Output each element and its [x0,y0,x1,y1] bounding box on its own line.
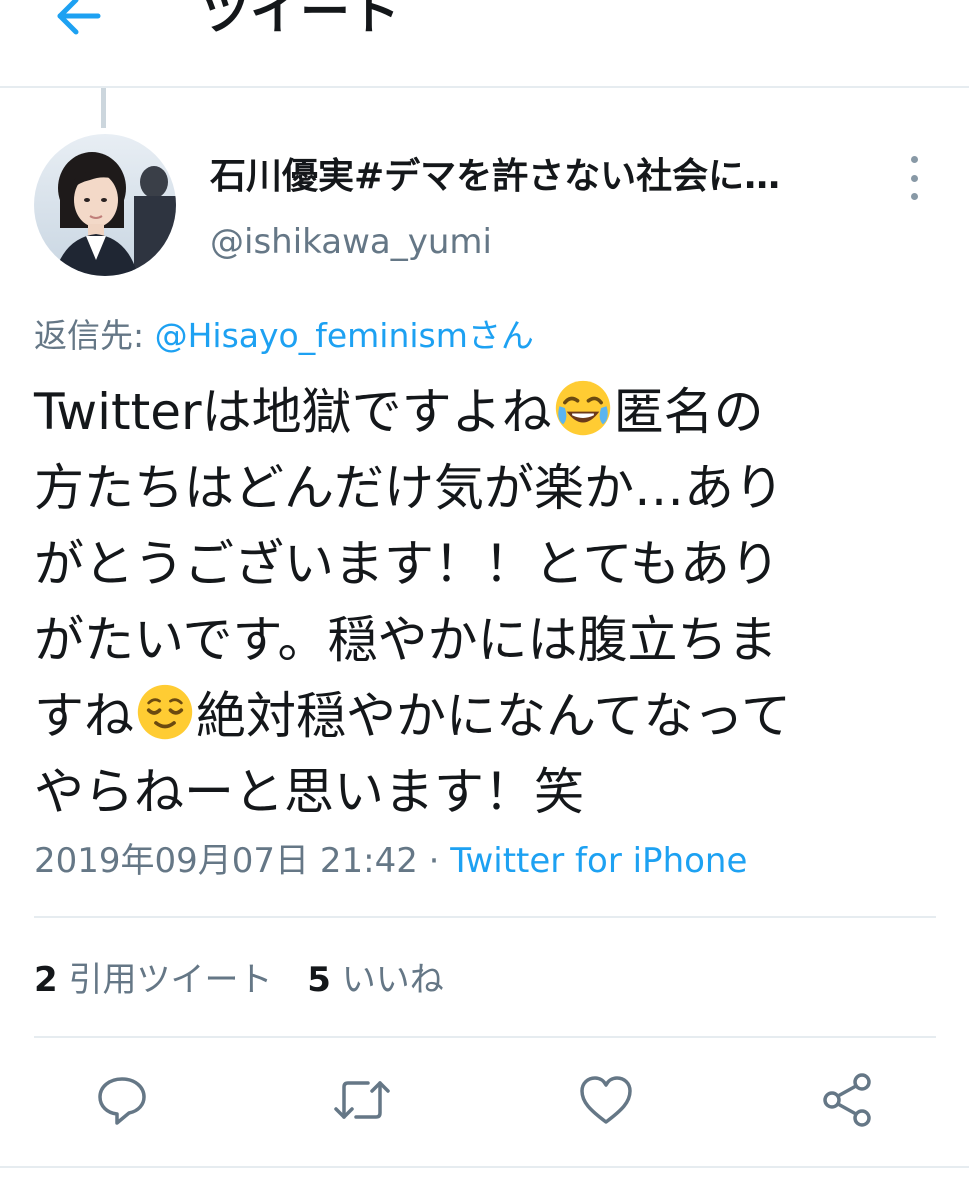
avatar-photo-icon [34,134,176,276]
more-options-button[interactable] [896,156,932,200]
action-bar [0,1070,969,1140]
more-dot [910,193,918,200]
face-with-tears-of-joy-icon [555,380,610,436]
tweet-source[interactable]: Twitter for iPhone [450,841,747,881]
tweet-text-segment: 方たちはどんだけ気が楽か…あり [34,459,784,517]
retweet-icon [334,1081,390,1119]
divider [34,916,936,918]
like-button[interactable] [576,1070,636,1130]
share-button[interactable] [818,1070,878,1130]
avatar[interactable] [34,134,176,276]
reply-to-label: 返信先: [34,316,155,355]
tweet-line: Twitterは地獄ですよね 匿名の [34,374,939,450]
meta-separator: · [417,841,451,881]
reply-to-mention[interactable]: @Hisayo_feminismさん [155,316,534,355]
relieved-face-icon [137,684,193,740]
tweet-line: やらねーと思います！笑 [34,754,939,830]
tweet-line: すね 絶対穏やかになんてなって [34,678,939,754]
divider [34,1036,936,1038]
bottom-divider [0,1166,969,1168]
tweet-line: がとうございます！！とてもあり [34,526,939,602]
tweet-timestamp[interactable]: 2019年09月07日 21:42 [34,841,418,881]
quote-label: 引用ツイート [68,960,273,1000]
author-display-name[interactable]: 石川優実#デマを許さない社会に… [210,152,780,202]
tweet-text-segment: 絶対穏やかになんてなって [196,687,791,745]
share-icon [823,1073,871,1127]
tweet-text-segment: がたいです。穏やかには腹立ちま [34,611,778,669]
tweet-stats: 2 引用ツイート 5 いいね [34,952,468,1008]
like-label: いいね [341,960,444,1000]
top-bar: ツイート [0,0,969,88]
quote-count: 2 [34,960,58,1000]
quote-tweets-stat[interactable]: 2 引用ツイート [34,952,272,1008]
reply-icon [98,1077,146,1125]
author-username[interactable]: @ishikawa_yumi [210,218,492,266]
tweet-line: がたいです。穏やかには腹立ちま [34,602,939,678]
heart-icon [580,1076,632,1124]
tweet-text-segment: 匿名の [613,383,764,441]
reply-context: 返信先: @Hisayo_feminismさん [34,308,534,364]
like-count: 5 [307,960,331,1000]
thread-connector [101,88,106,128]
likes-stat[interactable]: 5 いいね [307,952,443,1008]
tweet-text-segment: Twitterは地獄ですよね [34,383,552,441]
retweet-button[interactable] [332,1070,392,1130]
tweet-text: Twitterは地獄ですよね 匿名の 方たちはどんだけ気が楽か…あり がとうござ… [34,374,939,830]
tweet-text-segment: やらねーと思います！笑 [34,763,584,821]
more-vertical-icon [910,156,918,163]
arrow-left-icon [57,0,101,35]
more-dot [910,174,918,182]
tweet-text-segment: がとうございます！！とてもあり [34,535,780,593]
page-title: ツイート [200,0,400,41]
reply-button[interactable] [92,1070,152,1130]
tweet-meta: 2019年09月07日 21:42 · Twitter for iPhone [34,836,747,886]
tweet-text-segment: すね [34,687,134,745]
back-button[interactable] [50,0,106,40]
tweet-line: 方たちはどんだけ気が楽か…あり [34,450,939,526]
